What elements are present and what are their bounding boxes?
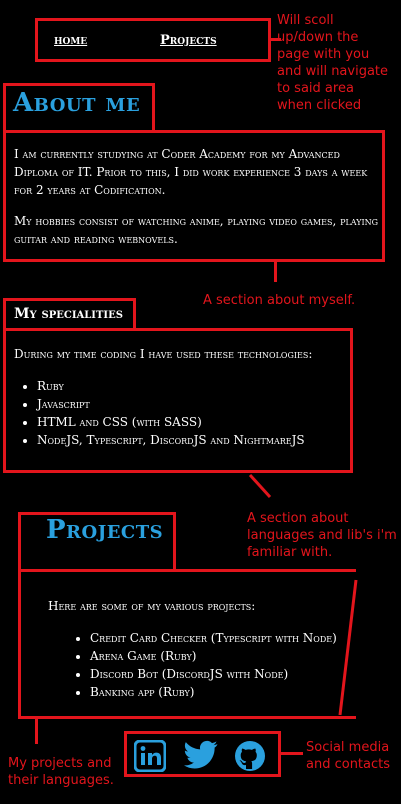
connector [281,752,303,755]
note-social: Social media and contacts [306,740,391,772]
project-language: (Ruby) [156,649,197,663]
about-paragraph-1: I am currently studying at Coder Academy… [14,147,368,197]
about-title: About me [13,88,141,118]
project-language: (DiscordJS with Node) [157,667,289,681]
about-paragraph-2: My hobbies consist of watching anime, pl… [14,214,379,246]
projects-intro: Here are some of my various projects: [48,599,256,613]
list-item: Ruby [37,377,352,395]
list-item: Arena Game (Ruby) [90,647,360,665]
list-item: HTML and CSS (with SASS) [37,413,352,431]
specialities-title: My specialities [14,306,123,322]
project-language: (Ruby) [154,685,195,699]
project-link-discord-bot[interactable]: Discord Bot [90,667,158,681]
connector [35,719,38,744]
list-item: Credit Card Checker (Typescript with Nod… [90,629,360,647]
twitter-icon[interactable] [184,740,218,770]
linkedin-icon[interactable] [133,739,168,773]
nav-home-link[interactable]: home [54,33,87,48]
connector [274,262,277,282]
nav-projects-link[interactable]: Projects [160,33,217,48]
project-link-credit-card-checker[interactable]: Credit Card Checker [90,631,207,645]
list-item: Javascript [37,395,352,413]
note-specialities: A section about languages and lib's i'm … [247,511,397,560]
note-about: A section about myself. [203,293,356,308]
specialities-list: Ruby Javascript HTML and CSS (with SASS)… [17,377,352,449]
note-projects: My projects and their languages. [8,756,114,788]
specialities-intro: During my time coding I have used these … [14,347,313,361]
project-language: (Typescript with Node) [206,631,337,645]
note-nav: Will scoll up/down the page with you and… [277,13,389,113]
list-item: Discord Bot (DiscordJS with Node) [90,665,360,683]
project-link-arena-game[interactable]: Arena Game [90,649,157,663]
list-item: NodeJS, Typescript, DiscordJS and Nightm… [37,431,352,449]
github-icon[interactable] [234,740,268,771]
projects-list: Credit Card Checker (Typescript with Nod… [70,629,360,701]
projects-title: Projects [46,515,164,545]
list-item: Banking app (Ruby) [90,683,360,701]
project-link-banking-app[interactable]: Banking app [90,685,154,699]
